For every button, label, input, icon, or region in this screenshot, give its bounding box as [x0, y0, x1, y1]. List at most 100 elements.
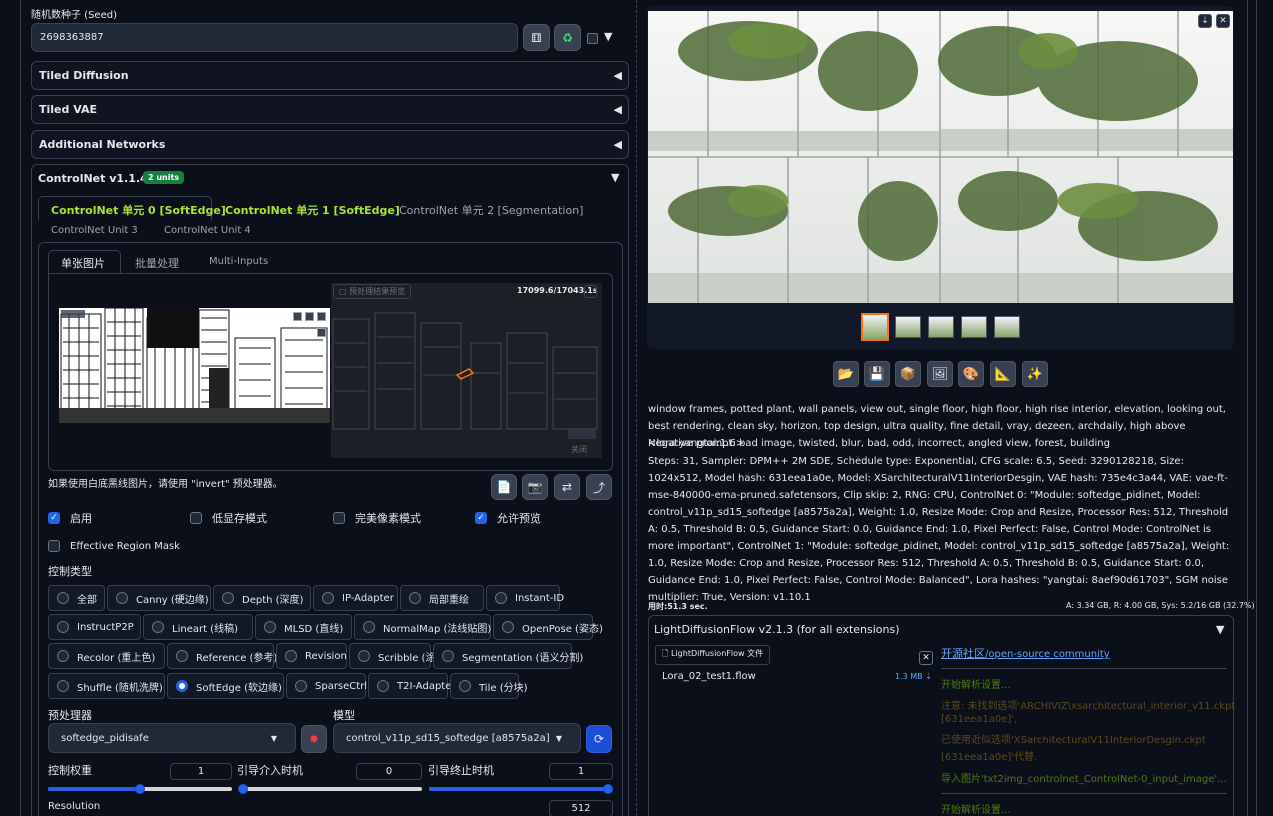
control-type-label: 控制类型: [48, 565, 92, 578]
tab-controlnet-unit-1[interactable]: ControlNet 单元 1 [SoftEdge]: [225, 202, 400, 218]
run-preprocessor-icon[interactable]: ✸: [301, 725, 327, 753]
control-type-radio[interactable]: Canny (硬边缘): [107, 585, 211, 611]
input-image[interactable]: [59, 308, 330, 423]
weight-number[interactable]: 1: [170, 763, 232, 780]
control-type-radio[interactable]: Instant-ID: [486, 585, 564, 611]
community-link[interactable]: 开源社区/open-source community: [941, 645, 1110, 661]
save-icon[interactable]: 💾: [864, 361, 890, 387]
control-type-radio[interactable]: IP-Adapter: [313, 585, 398, 611]
allow-preview-checkbox[interactable]: ✓ 允许预览: [475, 510, 541, 526]
slider-knob[interactable]: [238, 784, 248, 794]
community-link-prefix: 开源社区: [941, 647, 985, 660]
extra-seed-checkbox[interactable]: [587, 33, 598, 44]
weight-slider[interactable]: [48, 784, 232, 794]
control-type-radio[interactable]: Segmentation (语义分割): [433, 643, 583, 669]
tab-controlnet-unit-4[interactable]: ControlNet Unit 4: [164, 225, 251, 236]
tab-controlnet-unit-2[interactable]: ControlNet 单元 2 [Segmentation]: [399, 202, 583, 218]
preview-close-button[interactable]: 关闭: [571, 444, 587, 455]
open-new-canvas-icon[interactable]: 📄: [491, 474, 517, 500]
send-to-img2img-icon[interactable]: 🖼: [927, 361, 953, 387]
ldf-file-close-icon[interactable]: ✕: [919, 651, 933, 665]
seed-input[interactable]: 2698363887: [31, 23, 518, 52]
close-image-icon[interactable]: ✕: [1216, 14, 1230, 28]
send-dimensions-icon[interactable]: ⤴: [586, 474, 612, 500]
end-number[interactable]: 1: [549, 763, 613, 780]
control-type-radio[interactable]: Revision: [276, 643, 347, 669]
magic-icon[interactable]: ✨: [1022, 361, 1048, 387]
tab-single-image[interactable]: 单张图片: [61, 255, 105, 271]
mirror-webcam-icon[interactable]: ⇄: [554, 474, 580, 500]
thumbnail-4[interactable]: [961, 316, 987, 338]
start-slider[interactable]: [238, 784, 422, 794]
accordion-additional-networks[interactable]: Additional Networks ◀: [31, 130, 629, 159]
tab-multi-inputs[interactable]: Multi-Inputs: [209, 256, 268, 267]
open-folder-icon[interactable]: 📂: [833, 361, 859, 387]
extra-seed-toggle-icon[interactable]: ▼: [604, 30, 612, 43]
resolution-number[interactable]: 512: [549, 800, 613, 816]
control-type-radio[interactable]: InstructP2P: [48, 614, 141, 640]
accordion-tiled-vae[interactable]: Tiled VAE ◀: [31, 95, 629, 124]
control-type-radio[interactable]: Shuffle (随机洗牌): [48, 673, 165, 699]
webcam-icon[interactable]: 📷: [522, 474, 548, 500]
control-type-radio[interactable]: Lineart (线稿): [143, 614, 253, 640]
control-type-radio[interactable]: 局部重绘: [400, 585, 484, 611]
reuse-seed-recycle-icon[interactable]: ♻: [554, 24, 581, 51]
thumbnail-3[interactable]: [928, 316, 954, 338]
thumbnail-5[interactable]: [994, 316, 1020, 338]
tab-batch[interactable]: 批量处理: [135, 255, 179, 271]
collapse-arrow-icon: ◀: [613, 138, 622, 151]
control-type-radio[interactable]: 全部: [48, 585, 105, 611]
tab-controlnet-unit-0[interactable]: ControlNet 单元 0 [SoftEdge]: [51, 202, 226, 218]
model-select[interactable]: control_v11p_sd15_softedge [a8575a2a] ▼: [333, 723, 581, 753]
thumbnail-2[interactable]: [895, 316, 921, 338]
memory-stats: A: 3.34 GB, R: 4.00 GB, Sys: 5.2/16 GB (…: [1066, 601, 1255, 610]
generated-image-grid[interactable]: [648, 11, 1233, 303]
end-slider[interactable]: [429, 784, 613, 794]
control-type-label: InstructP2P: [77, 621, 134, 633]
control-type-radio[interactable]: Scribble (涂鸦): [349, 643, 449, 669]
controlnet-collapse-icon[interactable]: ▼: [611, 171, 619, 184]
slider-knob[interactable]: [135, 784, 145, 794]
preprocessor-select[interactable]: softedge_pidisafe ▼: [48, 723, 296, 753]
radio-dot-icon: [116, 592, 128, 604]
pixel-perfect-checkbox[interactable]: 完美像素模式: [333, 510, 421, 526]
accordion-tiled-diffusion[interactable]: Tiled Diffusion ◀: [31, 61, 629, 90]
preview-expand-icon[interactable]: [584, 285, 597, 298]
control-type-radio[interactable]: MLSD (直线): [255, 614, 352, 640]
start-number[interactable]: 0: [356, 763, 422, 780]
download-icon[interactable]: ⇣: [1198, 14, 1212, 28]
thumbnail-1[interactable]: [861, 313, 889, 341]
control-type-radio[interactable]: Depth (深度): [213, 585, 311, 611]
units-badge: 2 units: [143, 171, 185, 184]
image-clear-icon[interactable]: [317, 312, 326, 321]
control-type-radio[interactable]: Recolor (重上色): [48, 643, 165, 669]
control-type-radio[interactable]: Tile (分块): [450, 673, 528, 699]
ldf-collapse-icon[interactable]: ▼: [1216, 623, 1224, 636]
tab-controlnet-unit-3[interactable]: ControlNet Unit 3: [51, 225, 138, 236]
ldf-file-name[interactable]: Lora_02_test1.flow: [662, 671, 756, 682]
ldf-file-size[interactable]: 1.3 MB ⇣: [895, 672, 932, 681]
radio-dot-icon: [57, 621, 69, 633]
checkbox-label: 启用: [70, 512, 92, 525]
zip-icon[interactable]: 📦: [895, 361, 921, 387]
refresh-models-icon[interactable]: ⟳: [586, 725, 612, 753]
slider-knob[interactable]: [603, 784, 613, 794]
ldf-file-tab[interactable]: 🗋 LightDiffusionFlow 文件: [655, 645, 771, 665]
image-edit-icon[interactable]: [293, 312, 302, 321]
image-resize-icon[interactable]: [317, 328, 326, 337]
effective-region-checkbox[interactable]: Effective Region Mask: [48, 540, 180, 552]
send-to-extras-icon[interactable]: 📐: [990, 361, 1016, 387]
control-type-radio[interactable]: SoftEdge (软边缘): [167, 673, 284, 699]
control-type-radio[interactable]: T2I-Adapter: [368, 673, 455, 699]
control-type-radio[interactable]: NormalMap (法线贴图): [354, 614, 491, 640]
control-type-radio[interactable]: OpenPose (姿态): [493, 614, 603, 640]
image-reset-icon[interactable]: [305, 312, 314, 321]
enable-checkbox[interactable]: ✓ 启用: [48, 510, 92, 526]
preprocessor-label: 预处理器: [48, 709, 92, 722]
low-vram-checkbox[interactable]: 低显存模式: [190, 510, 267, 526]
send-to-inpaint-icon[interactable]: 🎨: [958, 361, 984, 387]
ldf-title[interactable]: LightDiffusionFlow v2.1.3 (for all exten…: [654, 623, 900, 636]
control-type-radio[interactable]: SparseCtrl: [286, 673, 367, 699]
control-type-radio[interactable]: Reference (参考): [167, 643, 277, 669]
random-seed-dice-icon[interactable]: ⚅: [523, 24, 550, 51]
